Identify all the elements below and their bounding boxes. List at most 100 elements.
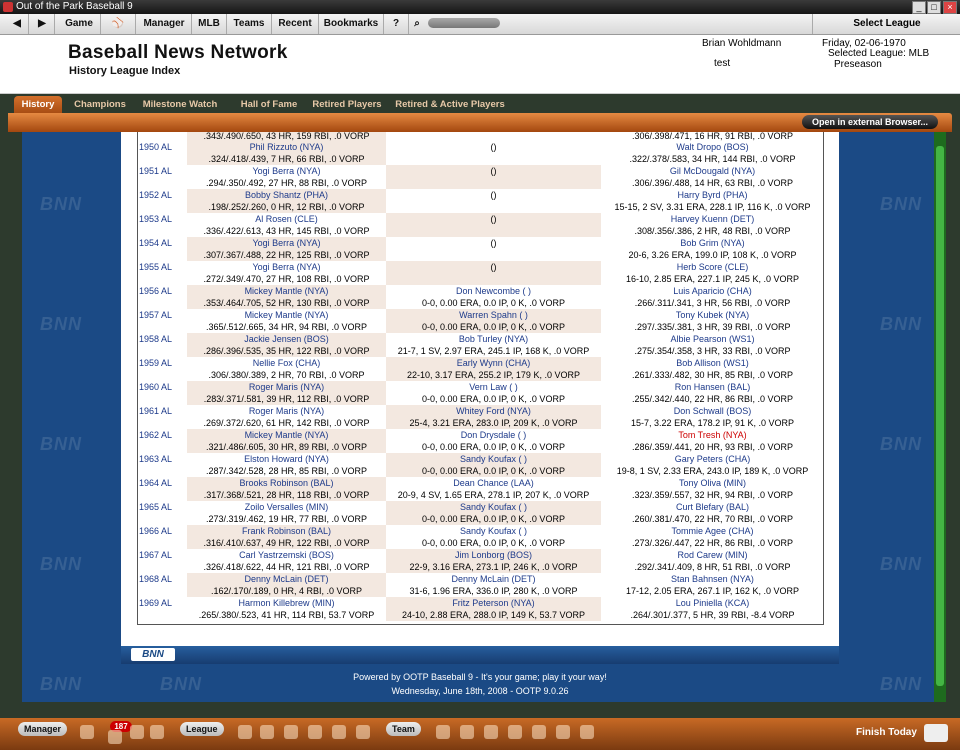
menu-game[interactable]: Game: [58, 14, 101, 34]
menu-mlb[interactable]: MLB: [192, 14, 227, 34]
mvp-player-link[interactable]: Elston Howard (NYA): [187, 453, 386, 465]
scrollbar[interactable]: [934, 132, 946, 702]
back-icon[interactable]: ◀: [6, 14, 29, 34]
mvp-player-link[interactable]: Bobby Shantz (PHA): [187, 189, 386, 201]
cy-young-player-link[interactable]: Sandy Koufax ( ): [386, 525, 601, 537]
league-button[interactable]: League: [180, 722, 224, 736]
cy-young-player-link[interactable]: Early Wynn (CHA): [386, 357, 601, 369]
award-year[interactable]: 1955 AL: [139, 262, 172, 272]
cy-young-player-link[interactable]: Dean Chance (LAA): [386, 477, 601, 489]
bats-icon[interactable]: [150, 725, 164, 739]
cy-young-player-link[interactable]: Bob Turley (NYA): [386, 333, 601, 345]
mvp-player-link[interactable]: Mickey Mantle (NYA): [187, 285, 386, 297]
award-year[interactable]: 1957 AL: [139, 310, 172, 320]
cy-young-player-link[interactable]: Sandy Koufax ( ): [386, 453, 601, 465]
glove-icon[interactable]: [460, 725, 474, 739]
menu-help[interactable]: ?: [384, 14, 409, 34]
tab-retired-players[interactable]: Retired Players: [304, 96, 390, 114]
menu-manager[interactable]: Manager: [137, 14, 192, 34]
calendar-icon[interactable]: [924, 724, 948, 742]
rookie-player-link[interactable]: Gil McDougald (NYA): [601, 165, 823, 177]
award-year[interactable]: 1963 AL: [139, 454, 172, 464]
mvp-player-link[interactable]: Mickey Mantle (NYA): [187, 309, 386, 321]
open-external-browser-button[interactable]: Open in external Browser...: [801, 115, 938, 129]
manager-button[interactable]: Manager: [18, 722, 68, 736]
mvp-player-link[interactable]: Denny McLain (DET): [187, 573, 386, 585]
team-button[interactable]: Team: [386, 722, 421, 736]
award-year[interactable]: 1950 AL: [139, 142, 172, 152]
cy-young-player-link[interactable]: Jim Lonborg (BOS): [386, 549, 601, 561]
mvp-player-link[interactable]: Yogi Berra (NYA): [187, 237, 386, 249]
cy-young-player-link[interactable]: Don Newcombe ( ): [386, 285, 601, 297]
select-league-button[interactable]: Select League: [812, 14, 960, 34]
mvp-player-link[interactable]: Yogi Berra (NYA): [187, 165, 386, 177]
rookie-player-link[interactable]: Tony Oliva (MIN): [601, 477, 823, 489]
award-year[interactable]: 1965 AL: [139, 502, 172, 512]
mvp-player-link[interactable]: Al Rosen (CLE): [187, 213, 386, 225]
rookie-player-link[interactable]: Walt Dropo (BOS): [601, 141, 823, 153]
roster-icon[interactable]: [508, 725, 522, 739]
cy-young-player-link[interactable]: (): [386, 141, 601, 153]
rookie-player-link[interactable]: Tom Tresh (NYA): [601, 429, 823, 441]
award-year[interactable]: 1956 AL: [139, 286, 172, 296]
cy-young-player-link[interactable]: (): [386, 213, 601, 225]
award-year[interactable]: 1959 AL: [139, 358, 172, 368]
forward-icon[interactable]: ▶: [30, 14, 55, 34]
rookie-player-link[interactable]: Ron Hansen (BAL): [601, 381, 823, 393]
menu-bookmarks[interactable]: Bookmarks: [319, 14, 384, 34]
rookie-player-link[interactable]: Luis Aparicio (CHA): [601, 285, 823, 297]
rookie-player-link[interactable]: Herb Score (CLE): [601, 261, 823, 273]
cy-young-player-link[interactable]: Fritz Peterson (NYA): [386, 597, 601, 609]
award-year[interactable]: 1961 AL: [139, 406, 172, 416]
mvp-player-link[interactable]: Carl Yastrzemski (BOS): [187, 549, 386, 561]
cy-young-player-link[interactable]: Denny McLain (DET): [386, 573, 601, 585]
document-icon[interactable]: [260, 725, 274, 739]
cy-young-player-link[interactable]: Warren Spahn ( ): [386, 309, 601, 321]
mvp-player-link[interactable]: Roger Maris (NYA): [187, 405, 386, 417]
tab-history[interactable]: History: [14, 96, 62, 114]
award-year[interactable]: 1954 AL: [139, 238, 172, 248]
rookie-player-link[interactable]: Curt Blefary (BAL): [601, 501, 823, 513]
cap-icon[interactable]: [436, 725, 450, 739]
bats-icon[interactable]: [356, 725, 370, 739]
mvp-player-link[interactable]: Harmon Killebrew (MIN): [187, 597, 386, 609]
stadium-icon[interactable]: [238, 725, 252, 739]
close-button[interactable]: ×: [943, 1, 957, 14]
award-year[interactable]: 1958 AL: [139, 334, 172, 344]
award-year[interactable]: 1960 AL: [139, 382, 172, 392]
award-year[interactable]: 1967 AL: [139, 550, 172, 560]
rookie-player-link[interactable]: Rod Carew (MIN): [601, 549, 823, 561]
rookie-player-link[interactable]: Don Schwall (BOS): [601, 405, 823, 417]
ball-icon[interactable]: [308, 725, 322, 739]
cy-young-player-link[interactable]: Whitey Ford (NYA): [386, 405, 601, 417]
mvp-player-link[interactable]: Jackie Jensen (BOS): [187, 333, 386, 345]
strategy-icon[interactable]: [580, 725, 594, 739]
menu-recent[interactable]: Recent: [272, 14, 319, 34]
tool-icon[interactable]: [130, 725, 144, 739]
money-icon[interactable]: [556, 725, 570, 739]
rookie-player-link[interactable]: Gary Peters (CHA): [601, 453, 823, 465]
mvp-player-link[interactable]: Nellie Fox (CHA): [187, 357, 386, 369]
mvp-player-link[interactable]: Phil Rizzuto (NYA): [187, 141, 386, 153]
cy-young-player-link[interactable]: (): [386, 189, 601, 201]
mvp-player-link[interactable]: Zoilo Versalles (MIN): [187, 501, 386, 513]
person-icon[interactable]: [80, 725, 94, 739]
rookie-player-link[interactable]: Harry Byrd (PHA): [601, 189, 823, 201]
award-year[interactable]: 1953 AL: [139, 214, 172, 224]
rookie-player-link[interactable]: Harvey Kuenn (DET): [601, 213, 823, 225]
rookie-player-link[interactable]: Bob Grim (NYA): [601, 237, 823, 249]
mvp-player-link[interactable]: Yogi Berra (NYA): [187, 261, 386, 273]
rookie-player-link[interactable]: Stan Bahnsen (NYA): [601, 573, 823, 585]
mail-icon[interactable]: [108, 730, 122, 744]
zoom-slider[interactable]: [428, 18, 500, 28]
rookie-player-link[interactable]: Tommie Agee (CHA): [601, 525, 823, 537]
minimize-button[interactable]: _: [912, 1, 926, 14]
mvp-player-link[interactable]: Frank Robinson (BAL): [187, 525, 386, 537]
award-year[interactable]: 1962 AL: [139, 430, 172, 440]
award-year[interactable]: 1968 AL: [139, 574, 172, 584]
finish-today-button[interactable]: Finish Today: [856, 727, 917, 738]
cy-young-player-link[interactable]: Don Drysdale ( ): [386, 429, 601, 441]
cy-young-player-link[interactable]: (): [386, 261, 601, 273]
cy-young-player-link[interactable]: (): [386, 237, 601, 249]
maximize-button[interactable]: □: [927, 1, 941, 14]
